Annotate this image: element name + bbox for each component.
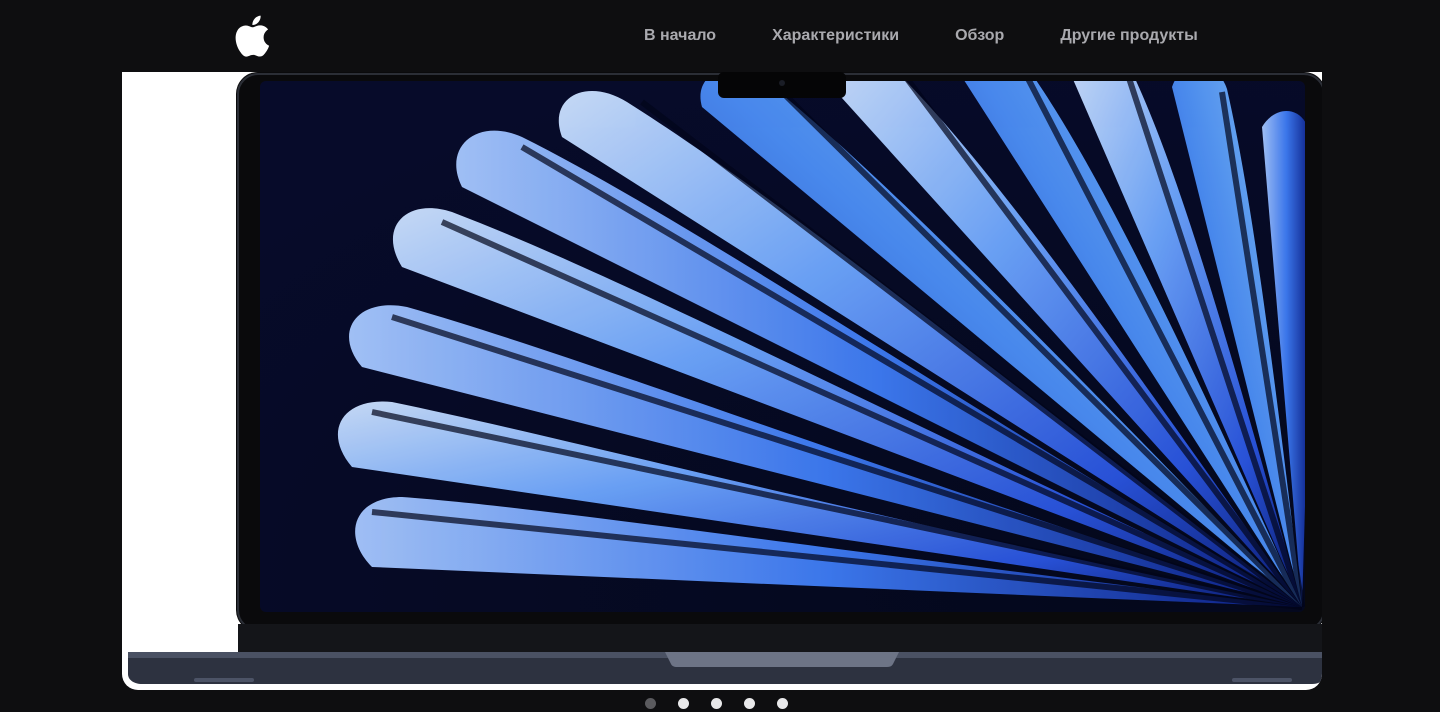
carousel-dot-3[interactable] [711, 697, 722, 709]
nav-link-other-products[interactable]: Другие продукты [1060, 26, 1197, 48]
carousel-pagination [645, 697, 788, 709]
macbook-hero-image [128, 72, 1322, 684]
carousel-dot-1[interactable] [645, 697, 656, 709]
main-nav: В начало Характеристики Обзор Другие про… [644, 26, 1198, 48]
nav-link-specs[interactable]: Характеристики [772, 26, 899, 48]
nav-link-overview[interactable]: Обзор [955, 26, 1004, 48]
carousel-dot-5[interactable] [777, 697, 788, 709]
top-navigation-bar: В начало Характеристики Обзор Другие про… [0, 0, 1440, 72]
page: В начало Характеристики Обзор Другие про… [0, 0, 1440, 712]
hero-carousel-slide [122, 72, 1322, 690]
nav-link-home[interactable]: В начало [644, 26, 716, 48]
apple-logo-icon[interactable] [234, 15, 270, 57]
carousel-dot-2[interactable] [678, 697, 689, 709]
carousel-dot-4[interactable] [744, 697, 755, 709]
